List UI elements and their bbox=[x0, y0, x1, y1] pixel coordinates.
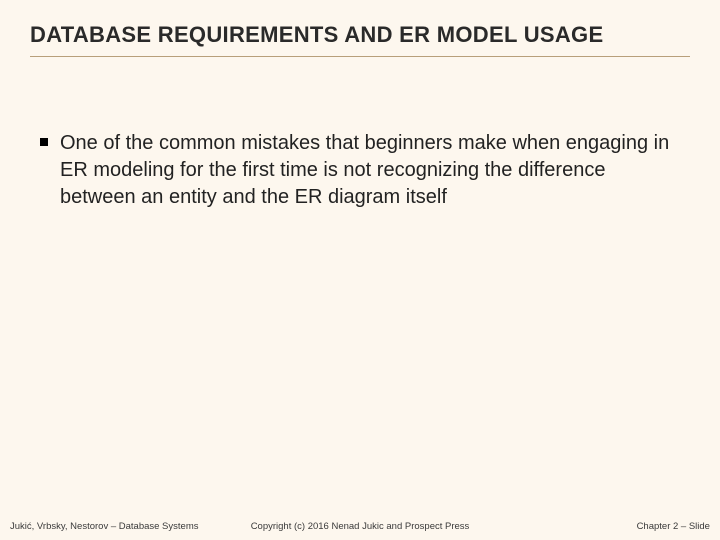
square-bullet-icon bbox=[40, 138, 48, 146]
bullet-text: One of the common mistakes that beginner… bbox=[60, 130, 670, 211]
footer-copyright: Copyright (c) 2016 Nenad Jukic and Prosp… bbox=[243, 521, 476, 532]
footer: Jukić, Vrbsky, Nestorov – Database Syste… bbox=[0, 521, 720, 534]
bullet-item: One of the common mistakes that beginner… bbox=[40, 130, 670, 211]
footer-chapter: Chapter 2 – Slide bbox=[477, 521, 710, 532]
footer-authors: Jukić, Vrbsky, Nestorov – Database Syste… bbox=[10, 521, 243, 532]
slide: DATABASE REQUIREMENTS AND ER MODEL USAGE… bbox=[0, 0, 720, 540]
title-area: DATABASE REQUIREMENTS AND ER MODEL USAGE bbox=[30, 22, 690, 57]
slide-title: DATABASE REQUIREMENTS AND ER MODEL USAGE bbox=[30, 22, 690, 57]
content-area: One of the common mistakes that beginner… bbox=[40, 130, 670, 211]
